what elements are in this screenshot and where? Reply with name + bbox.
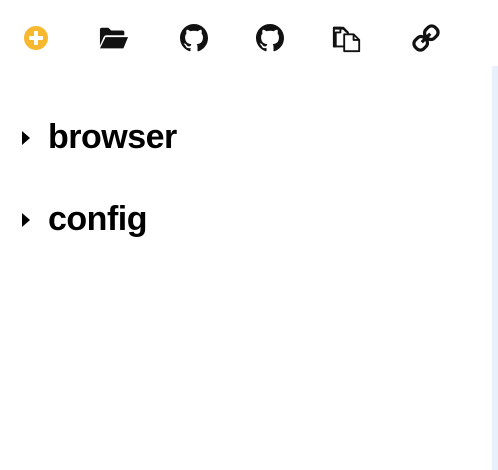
github-button-1[interactable] (179, 22, 209, 54)
github-button-2[interactable] (255, 22, 285, 54)
open-folder-button[interactable] (99, 22, 129, 54)
github-icon (256, 24, 284, 52)
tree-item-browser[interactable]: browser (22, 118, 177, 157)
copy-button[interactable] (332, 22, 362, 54)
link-icon (412, 24, 440, 52)
tree-item-config[interactable]: config (22, 200, 147, 239)
link-button[interactable] (411, 22, 441, 54)
caret-right-icon[interactable] (22, 212, 30, 227)
tree-item-label: config (48, 200, 147, 238)
github-icon (180, 24, 208, 52)
caret-right-icon[interactable] (22, 130, 30, 145)
toolbar (0, 0, 498, 68)
tree-item-label: browser (48, 118, 177, 156)
side-panel-edge (492, 66, 498, 470)
folder-open-icon (99, 27, 129, 49)
copy-icon (332, 26, 361, 53)
app-window: browser config (0, 0, 498, 470)
plus-circle-icon (24, 26, 48, 50)
add-button[interactable] (21, 22, 51, 54)
